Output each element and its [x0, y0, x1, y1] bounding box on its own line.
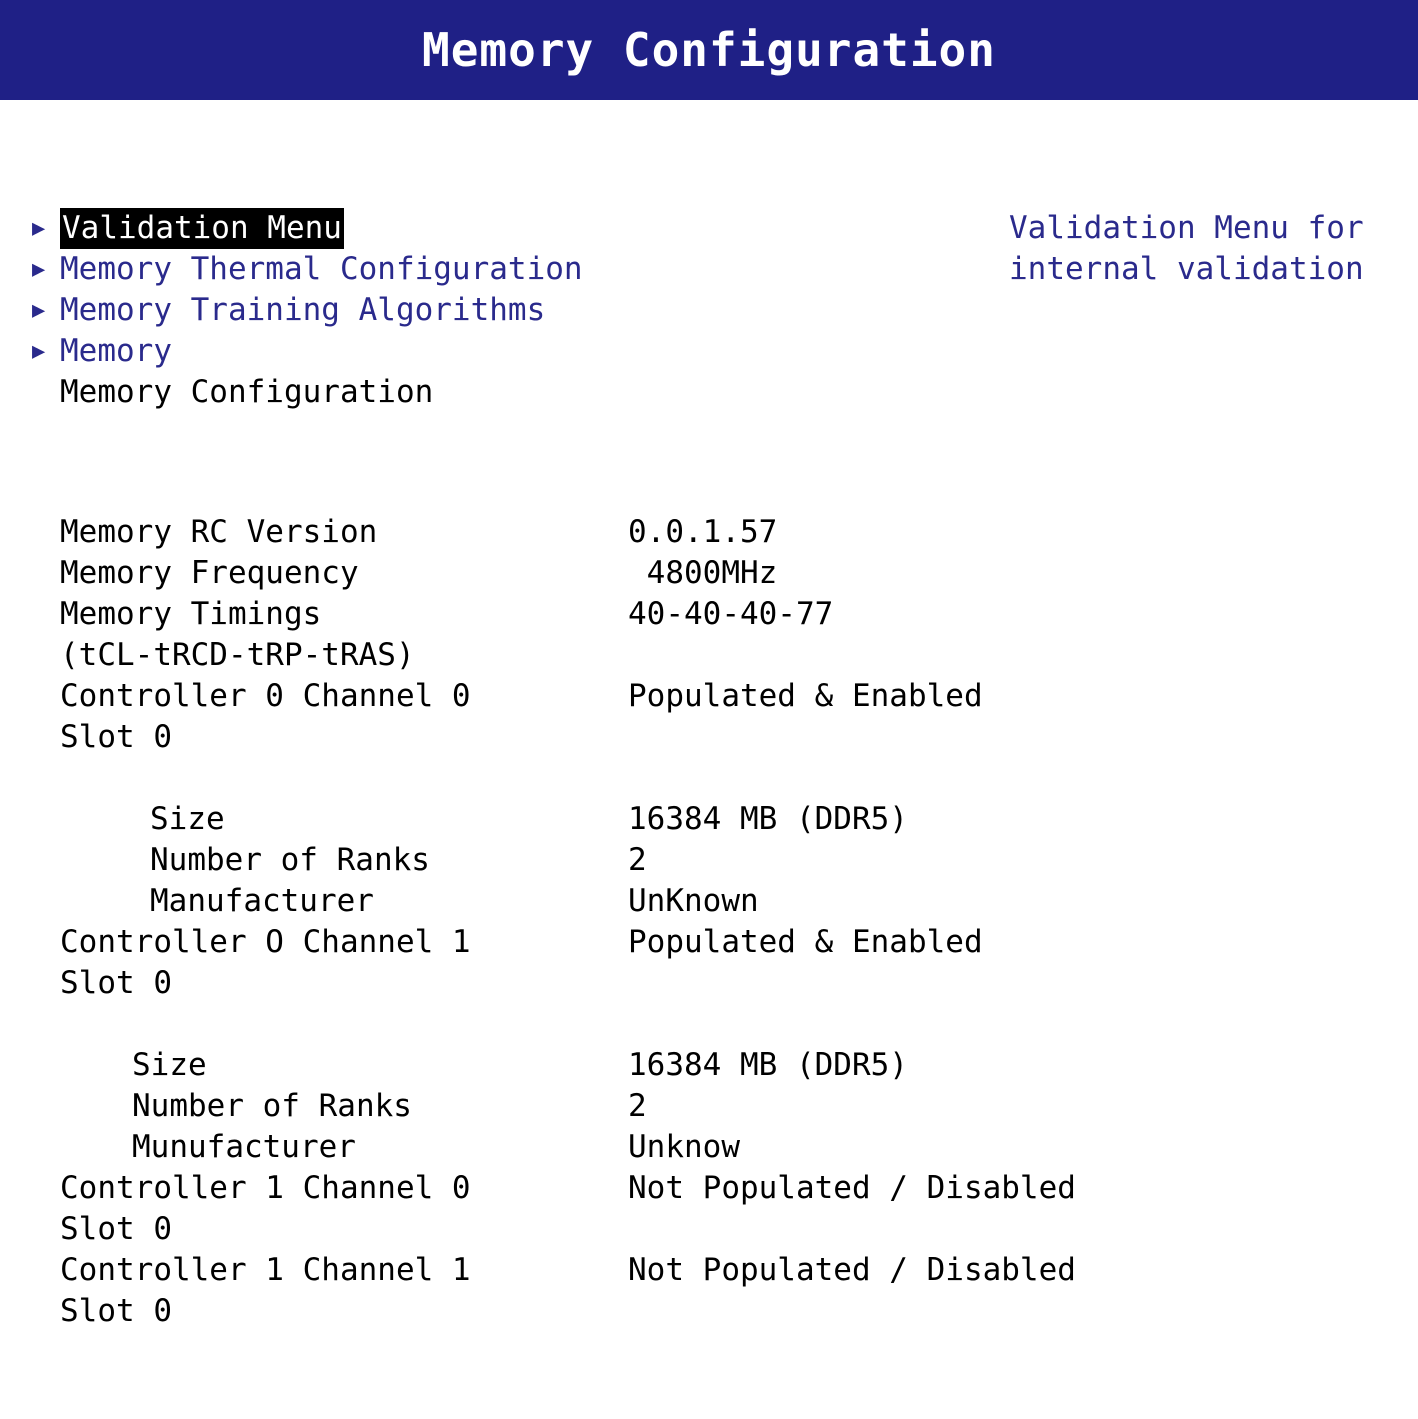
info-value: Not Populated / Disabled — [628, 1170, 1076, 1206]
info-row: Number of Ranks 2 — [60, 1086, 1400, 1127]
info-label: Memory Timings — [60, 596, 322, 632]
submenu-arrow-icon: ▶ — [32, 339, 46, 364]
info-row: Controller 1 Channel 1 Not Populated / Di… — [60, 1250, 1400, 1291]
info-label: Manufacturer — [150, 883, 374, 919]
submenu-arrow-icon: ▶ — [32, 257, 46, 282]
info-label: Memory RC Version — [60, 514, 378, 550]
info-label: Slot 0 — [60, 965, 172, 1001]
info-label: Slot 0 — [60, 1293, 172, 1329]
info-row: Number of Ranks 2 — [60, 840, 1400, 881]
page-title: Memory Configuration — [422, 23, 996, 77]
row-spacer — [60, 1004, 1400, 1045]
submenu-arrow-icon: ▶ — [32, 298, 46, 323]
info-row: Memory Frequency 4800MHz — [60, 553, 1400, 594]
info-row: Controller 1 Channel 0 Not Populated / Di… — [60, 1168, 1400, 1209]
info-value: 2 — [628, 1088, 647, 1124]
info-row: Size 16384 MB (DDR5) — [60, 799, 1400, 840]
info-value: Not Populated / Disabled — [628, 1252, 1076, 1288]
menu-item-4[interactable]: Memory Configuration — [30, 372, 930, 413]
info-label: Slot 0 — [60, 1211, 172, 1247]
info-value: 4800MHz — [628, 555, 778, 591]
info-label: Memory Frequency — [60, 555, 359, 591]
info-row: Manufacturer UnKnown — [60, 881, 1400, 922]
info-label: Slot 0 — [60, 719, 172, 755]
menu-item-3[interactable]: ▶ Memory — [30, 331, 930, 372]
info-label: Controller 1 Channel 0 — [60, 1170, 471, 1206]
help-text-line: internal validation — [1009, 251, 1364, 287]
help-pane: Validation Menu for internal validation — [1009, 208, 1409, 290]
info-value: UnKnown — [628, 883, 759, 919]
info-row: (tCL-tRCD-tRP-tRAS) — [60, 635, 1400, 676]
info-value: 0.0.1.57 — [628, 514, 778, 550]
row-spacer — [60, 758, 1400, 799]
info-value: Populated & Enabled — [628, 678, 983, 714]
info-value: 16384 MB (DDR5) — [628, 801, 908, 837]
info-label: Munufacturer — [132, 1129, 356, 1165]
setup-menu-list: ▶ Validation Menu ▶ Memory Thermal Configur… — [30, 208, 930, 413]
info-row: Munufacturer Unknow — [60, 1127, 1400, 1168]
info-value: 16384 MB (DDR5) — [628, 1047, 908, 1083]
menu-item-label: Memory Training Algorithms — [60, 292, 546, 328]
info-row: Slot 0 — [60, 963, 1400, 1004]
info-row: Controller 0 Channel 0 Populated & Enable… — [60, 676, 1400, 717]
title-bar: Memory Configuration — [0, 0, 1418, 100]
help-text-line: Validation Menu for — [1009, 210, 1364, 246]
menu-item-label: Memory Thermal Configuration — [60, 251, 583, 287]
info-row: Memory Timings 40-40-40-77 — [60, 594, 1400, 635]
info-label: Size — [132, 1047, 207, 1083]
info-row: Slot 0 — [60, 1291, 1400, 1332]
info-label: Controller 0 Channel 0 — [60, 678, 471, 714]
info-row: Slot 0 — [60, 1209, 1400, 1250]
info-row: Size 16384 MB (DDR5) — [60, 1045, 1400, 1086]
menu-item-0[interactable]: ▶ Validation Menu — [30, 208, 930, 249]
info-value: 40-40-40-77 — [628, 596, 834, 632]
info-row: Controller O Channel 1 Populated & Enable… — [60, 922, 1400, 963]
menu-item-label: Memory — [60, 333, 172, 369]
info-row: Slot 0 — [60, 717, 1400, 758]
memory-info-table: Memory RC Version 0.0.1.57 Memory Frequenc… — [60, 512, 1400, 1332]
info-label: Size — [150, 801, 225, 837]
info-value: Unknow — [628, 1129, 740, 1165]
info-label: Number of Ranks — [150, 842, 430, 878]
submenu-arrow-icon: ▶ — [32, 216, 46, 241]
menu-item-2[interactable]: ▶ Memory Training Algorithms — [30, 290, 930, 331]
info-label: (tCL-tRCD-tRP-tRAS) — [60, 637, 415, 673]
info-value: 2 — [628, 842, 647, 878]
menu-item-label: Validation Menu — [60, 208, 344, 249]
menu-item-1[interactable]: ▶ Memory Thermal Configuration — [30, 249, 930, 290]
menu-item-label: Memory Configuration — [60, 374, 434, 410]
info-label: Number of Ranks — [132, 1088, 412, 1124]
info-value: Populated & Enabled — [628, 924, 983, 960]
info-label: Controller 1 Channel 1 — [60, 1252, 471, 1288]
info-label: Controller O Channel 1 — [60, 924, 471, 960]
info-row: Memory RC Version 0.0.1.57 — [60, 512, 1400, 553]
